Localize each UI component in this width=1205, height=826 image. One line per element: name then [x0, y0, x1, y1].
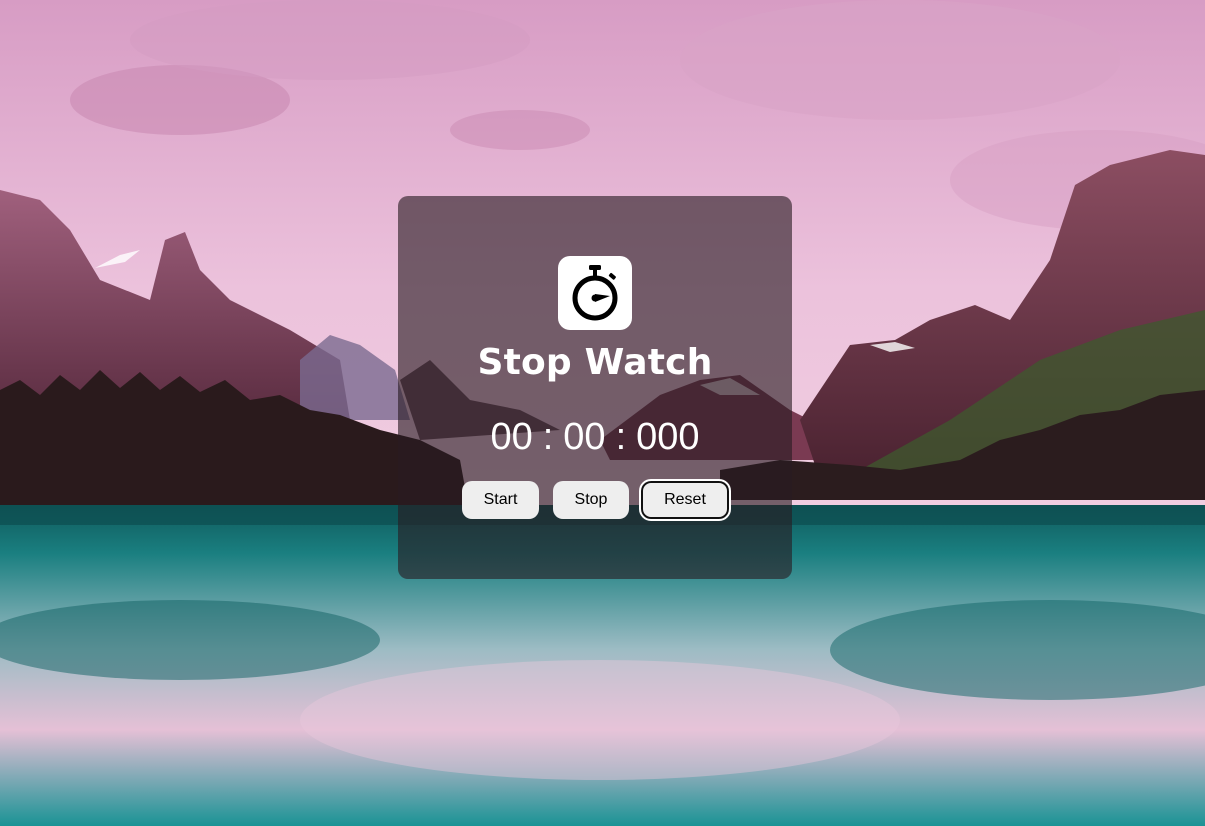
minutes-value: 00: [490, 416, 533, 458]
milliseconds-value: 000: [636, 416, 700, 458]
stopwatch-card: Stop Watch 00:00:000 Start Stop Reset: [398, 196, 792, 579]
stopwatch-icon: [572, 265, 618, 321]
control-buttons: Start Stop Reset: [398, 479, 792, 521]
reset-button[interactable]: Reset: [639, 479, 731, 521]
start-button[interactable]: Start: [462, 481, 539, 519]
stopwatch-logo: [558, 256, 632, 330]
time-display: 00:00:000: [398, 416, 792, 459]
page-title: Stop Watch: [477, 342, 713, 383]
time-separator: :: [542, 416, 554, 458]
stop-button[interactable]: Stop: [553, 481, 629, 519]
seconds-value: 00: [563, 416, 606, 458]
time-separator: :: [615, 416, 627, 458]
